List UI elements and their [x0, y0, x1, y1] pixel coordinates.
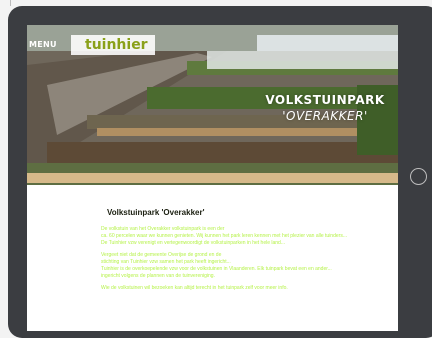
- tuinhier-logo[interactable]: tuinhier: [71, 35, 155, 55]
- page-title: Volkstuinpark 'Overakker': [107, 208, 205, 217]
- tablet-screen: MENU tuinhier VOLKSTUINPARK 'OVERAKKER' …: [27, 25, 398, 331]
- paragraph-line: Wie de volkstuinen wil bezoeken kan alti…: [101, 285, 288, 291]
- hero-image: MENU tuinhier VOLKSTUINPARK 'OVERAKKER': [27, 25, 398, 185]
- paragraph-3: Wie de volkstuinen wil bezoeken kan alti…: [101, 285, 396, 292]
- paragraph-line: stichting van Tuinhier vzw samen het par…: [101, 259, 231, 265]
- paragraph-line: ingericht volgens de plannen van de tuin…: [101, 273, 215, 279]
- hero-title: VOLKSTUINPARK 'OVERAKKER': [250, 93, 398, 123]
- intro-text: De volkstuin van het Overakker volkstuin…: [101, 226, 396, 297]
- paragraph-1: De volkstuin van het Overakker volkstuin…: [101, 226, 396, 247]
- home-button[interactable]: [410, 168, 427, 185]
- paragraph-line: Vergeet niet dat de gemeente Overijse de…: [101, 252, 222, 258]
- logo-wordmark: tuinhier: [85, 37, 148, 53]
- paragraph-2: Vergeet niet dat de gemeente Overijse de…: [101, 252, 396, 280]
- hero-title-line-2: 'OVERAKKER': [282, 109, 368, 123]
- paragraph-line: Tuinhier is de overkoepelende vzw voor d…: [101, 266, 332, 272]
- paragraph-line: De volkstuin van het Overakker volkstuin…: [101, 226, 225, 232]
- paragraph-line: ca. 60 percelen waar we kunnen genieten.…: [101, 233, 347, 239]
- page-border-line: [10, 0, 11, 6]
- paragraph-line: De Tuinhier vzw verenigt en vertegenwoor…: [101, 240, 285, 246]
- menu-button[interactable]: MENU: [29, 40, 57, 49]
- hero-title-line-1: VOLKSTUINPARK: [265, 93, 385, 107]
